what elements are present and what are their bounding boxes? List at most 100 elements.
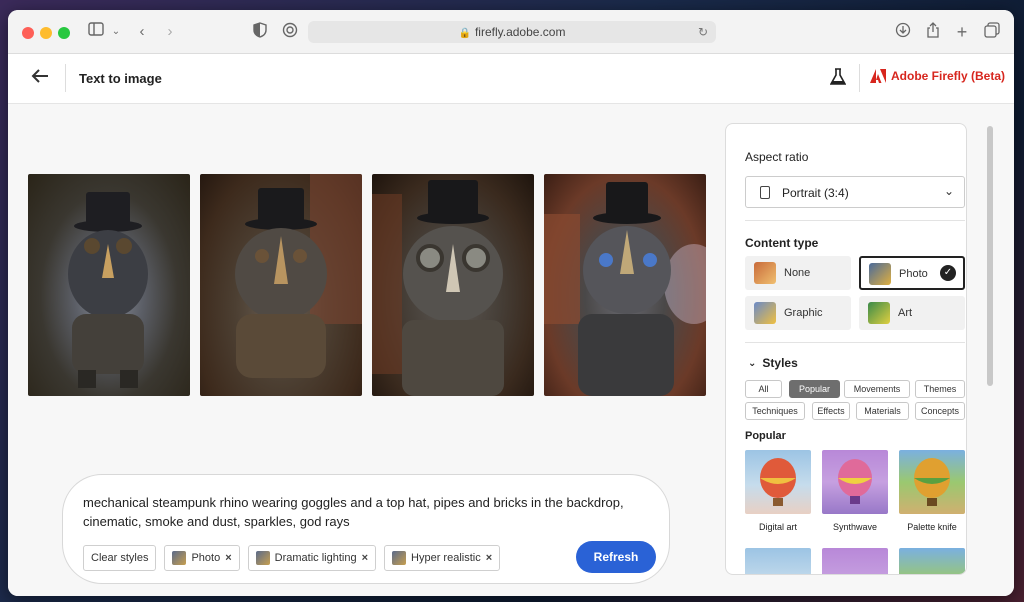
- style-tab-themes[interactable]: Themes: [915, 380, 965, 398]
- style-thumbnail: [392, 551, 407, 565]
- adobe-logo-icon: [870, 69, 886, 83]
- generated-image[interactable]: [28, 174, 190, 396]
- extension-icon[interactable]: [280, 22, 300, 42]
- tabs-overview-icon[interactable]: [982, 22, 1002, 42]
- back-icon[interactable]: ‹: [132, 22, 152, 42]
- clear-styles-button[interactable]: Clear styles: [83, 545, 157, 571]
- content-type-label: Content type: [745, 236, 819, 250]
- address-bar[interactable]: 🔒 firefly.adobe.com ↻: [308, 21, 716, 43]
- style-card-palette-knife[interactable]: Palette knife: [899, 450, 965, 532]
- style-chip[interactable]: Hyper realistic ×: [384, 545, 501, 571]
- sidebar-toggle-icon[interactable]: [86, 22, 106, 42]
- share-icon[interactable]: [923, 22, 943, 42]
- refresh-button[interactable]: Refresh: [576, 541, 656, 573]
- portrait-icon: [760, 186, 770, 199]
- browser-window: ⌄ ‹ › 🔒 firefly.adobe.com ↻ + Text to ima…: [8, 10, 1014, 596]
- style-chip-label: Photo: [191, 552, 221, 564]
- content-type-label: Art: [898, 307, 913, 319]
- style-tab-popular[interactable]: Popular: [789, 380, 840, 398]
- panel-scrollbar[interactable]: [987, 126, 993, 386]
- close-window-button[interactable]: [22, 27, 34, 39]
- style-chip-label: Hyper realistic: [411, 552, 481, 564]
- remove-icon[interactable]: ×: [362, 552, 368, 564]
- content-type-none[interactable]: None: [745, 256, 851, 290]
- style-preview: [899, 548, 965, 574]
- app-header: Text to image Adobe Firefly (Beta): [8, 54, 1014, 104]
- style-tab-materials[interactable]: Materials: [856, 402, 909, 420]
- generated-image[interactable]: [372, 174, 534, 396]
- style-tab-all[interactable]: All: [745, 380, 782, 398]
- content-type-thumbnail: [868, 302, 890, 324]
- url-text: firefly.adobe.com: [474, 25, 566, 39]
- content-type-thumbnail: [869, 263, 891, 285]
- style-tab-techniques[interactable]: Techniques: [745, 402, 805, 420]
- style-tab-movements[interactable]: Movements: [844, 380, 910, 398]
- download-icon[interactable]: [893, 22, 913, 42]
- content-type-photo[interactable]: Photo ✓: [859, 256, 965, 290]
- style-chip[interactable]: Photo ×: [164, 545, 240, 571]
- style-thumbnail: [172, 551, 187, 565]
- reload-icon[interactable]: ↻: [698, 21, 708, 43]
- style-card[interactable]: [745, 548, 811, 574]
- result-gallery: [28, 174, 706, 396]
- aspect-ratio-select[interactable]: Portrait (3:4) ⌄: [745, 176, 965, 208]
- chevron-down-icon[interactable]: ⌄: [106, 22, 126, 42]
- chevron-down-icon: ⌄: [943, 184, 954, 198]
- style-tab-effects[interactable]: Effects: [812, 402, 850, 420]
- content-type-label: Photo: [899, 268, 928, 280]
- content-type-thumbnail: [754, 302, 776, 324]
- remove-icon[interactable]: ×: [225, 552, 231, 564]
- styles-toggle[interactable]: ⌄ Styles: [748, 356, 798, 370]
- prompt-input[interactable]: mechanical steampunk rhino wearing goggl…: [83, 493, 653, 531]
- generated-image[interactable]: [544, 174, 706, 396]
- flask-icon[interactable]: [829, 68, 850, 88]
- style-card-synthwave[interactable]: Synthwave: [822, 450, 888, 532]
- header-divider: [65, 64, 66, 92]
- clear-styles-label: Clear styles: [91, 552, 149, 564]
- style-chip[interactable]: Dramatic lighting ×: [247, 545, 377, 571]
- style-preview: [822, 548, 888, 574]
- style-preview: [899, 450, 965, 514]
- browser-toolbar: ⌄ ‹ › 🔒 firefly.adobe.com ↻ +: [8, 10, 1014, 54]
- back-arrow-icon[interactable]: [28, 66, 52, 90]
- style-tab-concepts[interactable]: Concepts: [915, 402, 965, 420]
- settings-panel: Aspect ratio Portrait (3:4) ⌄ Content ty…: [725, 123, 967, 575]
- content-type-graphic[interactable]: Graphic: [745, 296, 851, 330]
- shield-icon[interactable]: [250, 22, 270, 42]
- forward-icon[interactable]: ›: [160, 22, 180, 42]
- header-divider: [859, 64, 860, 92]
- styles-label: Styles: [762, 356, 798, 370]
- generated-image[interactable]: [200, 174, 362, 396]
- content-type-label: None: [784, 267, 811, 279]
- style-preview: [745, 548, 811, 574]
- new-tab-icon[interactable]: +: [952, 22, 972, 42]
- style-card[interactable]: [822, 548, 888, 574]
- divider: [745, 342, 965, 343]
- page-title: Text to image: [79, 71, 162, 86]
- style-chip-label: Dramatic lighting: [274, 552, 357, 564]
- style-card-label: Digital art: [758, 522, 797, 532]
- style-card[interactable]: [899, 548, 965, 574]
- checkmark-icon: ✓: [940, 265, 956, 281]
- divider: [745, 220, 965, 221]
- aspect-ratio-label: Aspect ratio: [745, 150, 809, 164]
- main-canvas: mechanical steampunk rhino wearing goggl…: [8, 104, 724, 596]
- aspect-ratio-value: Portrait (3:4): [782, 186, 849, 200]
- content-type-art[interactable]: Art: [859, 296, 965, 330]
- prompt-box: mechanical steampunk rhino wearing goggl…: [62, 474, 670, 584]
- style-card-label: Synthwave: [832, 522, 878, 532]
- style-card-label: Palette knife: [907, 522, 957, 532]
- style-preview: [745, 450, 811, 514]
- style-preview: [822, 450, 888, 514]
- zoom-window-button[interactable]: [58, 27, 70, 39]
- brand-link[interactable]: Adobe Firefly (Beta): [870, 69, 1005, 83]
- content-type-label: Graphic: [784, 307, 823, 319]
- style-card-digital-art[interactable]: Digital art: [745, 450, 811, 532]
- minimize-window-button[interactable]: [40, 27, 52, 39]
- style-chips: Clear styles Photo × Dramatic lighting ×…: [83, 545, 501, 571]
- remove-icon[interactable]: ×: [486, 552, 492, 564]
- style-thumbnail: [255, 551, 270, 565]
- brand-name: Adobe Firefly (Beta): [891, 69, 1006, 83]
- chevron-down-icon: ⌄: [748, 357, 757, 369]
- content-type-thumbnail: [754, 262, 776, 284]
